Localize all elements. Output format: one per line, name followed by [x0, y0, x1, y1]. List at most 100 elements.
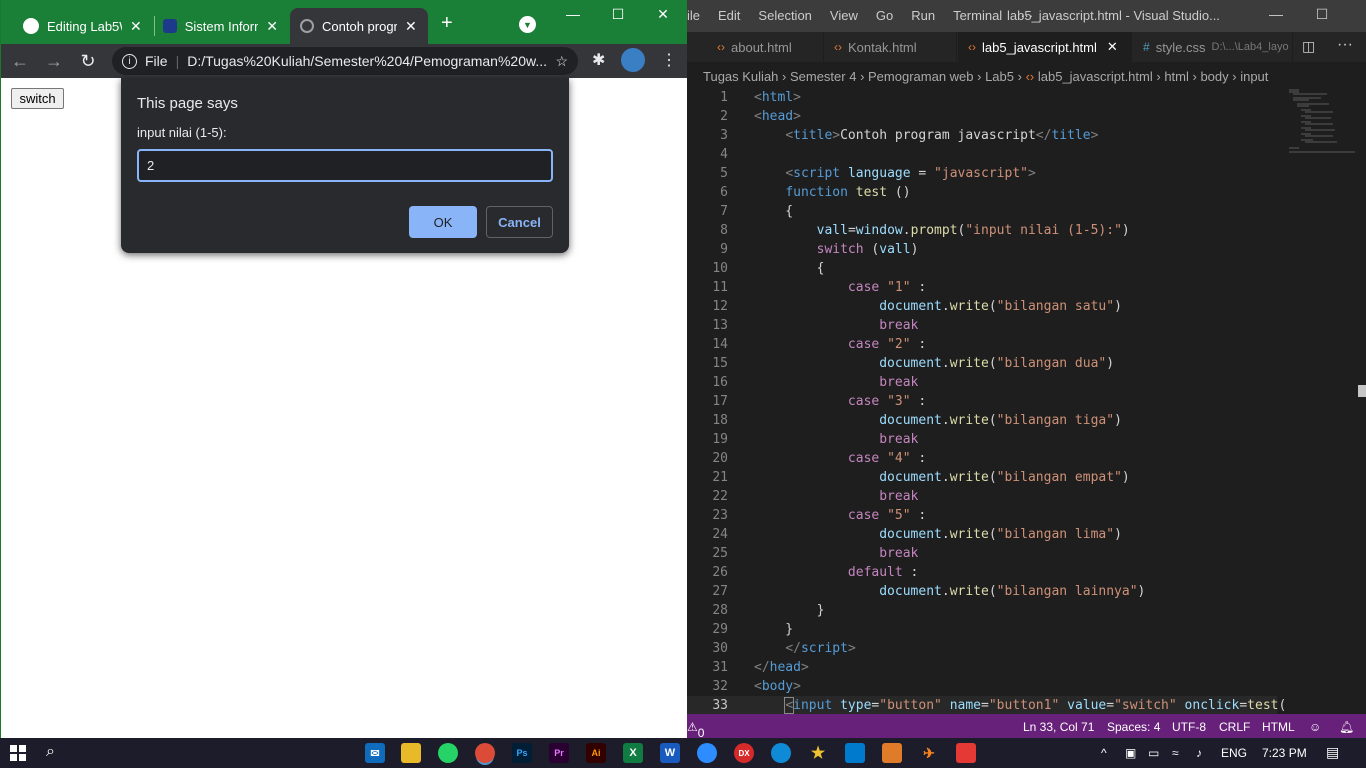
tab-sistem-informasi[interactable]: Sistem Inform ✕ — [153, 8, 288, 44]
menu-selection[interactable]: Selection — [758, 8, 811, 23]
github-icon — [23, 18, 39, 34]
breadcrumb-item[interactable]: body — [1200, 69, 1228, 84]
breadcrumb-item[interactable]: Lab5 — [985, 69, 1014, 84]
volume-icon[interactable]: ♪ — [1196, 746, 1202, 760]
scrollbar-thumb[interactable] — [1358, 385, 1366, 397]
zoom-icon[interactable] — [697, 743, 717, 763]
code-string: "javascript" — [934, 166, 1028, 181]
close-icon[interactable]: ✕ — [1107, 39, 1118, 55]
prompt-input[interactable]: 2 — [137, 149, 553, 182]
wifi-icon[interactable]: ≈ — [1172, 746, 1179, 760]
line-number: 3 — [720, 128, 728, 143]
avatar[interactable] — [621, 48, 645, 72]
tab-contoh-program[interactable]: Contoh progr ✕ — [290, 8, 428, 44]
star-icon[interactable]: ☆ — [555, 53, 568, 70]
pdf-icon[interactable] — [956, 743, 976, 763]
reload-icon[interactable]: ↻ — [73, 51, 103, 72]
tab-kontak[interactable]: ‹› Kontak.html — [824, 32, 957, 62]
new-tab-button[interactable]: + — [441, 12, 453, 35]
line-ending[interactable]: CRLF — [1219, 720, 1250, 734]
app-icon[interactable]: ✈ — [919, 743, 939, 763]
tab-label: style.css — [1155, 39, 1206, 55]
file-explorer-icon[interactable] — [401, 743, 421, 763]
breadcrumb-item[interactable]: lab5_javascript.html — [1038, 69, 1153, 84]
meet-icon[interactable]: ▣ — [1125, 746, 1136, 760]
switch-button[interactable]: switch — [11, 88, 64, 109]
start-button[interactable] — [10, 745, 26, 761]
forward-icon[interactable]: → — [39, 51, 69, 72]
tab-about[interactable]: ‹› about.html — [707, 32, 824, 62]
menu-terminal[interactable]: Terminal — [953, 8, 1002, 23]
encoding[interactable]: UTF-8 — [1172, 720, 1206, 734]
breadcrumb-item[interactable]: input — [1240, 69, 1268, 84]
word-icon[interactable]: W — [660, 743, 680, 763]
tab-lab5-javascript[interactable]: ‹› lab5_javascript.html ✕ — [958, 32, 1132, 62]
menu-run[interactable]: Run — [911, 8, 935, 23]
split-editor-icon[interactable]: ◫ — [1302, 38, 1315, 55]
info-icon[interactable]: i — [122, 53, 137, 69]
breadcrumb-item[interactable]: Tugas Kuliah — [703, 69, 778, 84]
menu-edit[interactable]: Edit — [718, 8, 740, 23]
close-icon[interactable]: ✕ — [405, 18, 417, 35]
search-icon[interactable]: ⌕ — [46, 743, 55, 761]
minimap[interactable] — [1287, 88, 1357, 168]
chevron-up-icon[interactable]: ^ — [1101, 746, 1107, 760]
cancel-button[interactable]: Cancel — [486, 206, 553, 238]
battery-icon[interactable]: ▭ — [1148, 746, 1159, 760]
more-actions-icon[interactable]: ··· — [1337, 36, 1353, 54]
problems-indicator[interactable]: ⚠ 0 — [687, 720, 704, 740]
clock[interactable]: 7:23 PM — [1262, 746, 1307, 760]
maximize-icon[interactable]: ☐ — [596, 6, 640, 23]
line-number: 17 — [712, 394, 728, 409]
menu-view[interactable]: View — [830, 8, 858, 23]
photoshop-icon[interactable]: Ps — [512, 743, 532, 763]
back-icon[interactable]: ← — [5, 51, 35, 72]
maximize-icon[interactable]: ☐ — [1299, 6, 1345, 23]
close-window-icon[interactable]: ✕ — [641, 6, 685, 23]
menu-kebab-icon[interactable]: ⋮ — [661, 50, 677, 70]
line-number: 6 — [720, 185, 728, 200]
ok-button[interactable]: OK — [409, 206, 477, 238]
chrome-icon[interactable] — [475, 743, 495, 763]
code-editor[interactable]: 1 <html> 2 <head> 3 <title>Contoh program … — [687, 88, 1286, 715]
line-number: 15 — [712, 356, 728, 371]
notifications-icon[interactable]: ▤ — [1326, 744, 1339, 761]
input-language[interactable]: ENG — [1221, 746, 1247, 760]
line-number: 8 — [720, 223, 728, 238]
tab-search-icon[interactable]: ▼ — [519, 16, 536, 33]
premiere-icon[interactable]: Pr — [549, 743, 569, 763]
language-mode[interactable]: HTML — [1262, 720, 1295, 734]
feedback-icon[interactable]: ☺ — [1309, 720, 1321, 734]
breadcrumb-item[interactable]: Semester 4 — [790, 69, 856, 84]
whatsapp-icon[interactable] — [438, 743, 458, 763]
tab-style-css[interactable]: # style.css D:\...\Lab4_layo — [1133, 32, 1293, 62]
breadcrumb-item[interactable]: html — [1164, 69, 1189, 84]
mail-icon[interactable]: ✉ — [365, 743, 385, 763]
illustrator-icon[interactable]: Ai — [586, 743, 606, 763]
excel-icon[interactable]: X — [623, 743, 643, 763]
dx-icon[interactable]: DX — [734, 743, 754, 763]
breadcrumb-item[interactable]: Pemograman web — [868, 69, 974, 84]
address-bar[interactable]: i File | D:/Tugas%20Kuliah/Semester%204/… — [112, 47, 578, 75]
line-number: 25 — [712, 546, 728, 561]
minimize-icon[interactable]: — — [551, 6, 595, 22]
vscode-icon[interactable] — [845, 743, 865, 763]
edge-icon[interactable] — [771, 743, 791, 763]
tab-github[interactable]: Editing Lab5W ✕ — [13, 8, 153, 44]
menu-file[interactable]: ile — [687, 8, 700, 23]
close-icon[interactable]: ✕ — [130, 18, 142, 35]
line-number: 28 — [712, 603, 728, 618]
css-icon: # — [1143, 40, 1150, 54]
menu-go[interactable]: Go — [876, 8, 893, 23]
close-icon[interactable]: ✕ — [266, 18, 278, 35]
html-icon: ‹› — [717, 40, 725, 54]
cursor-position[interactable]: Ln 33, Col 71 — [1023, 720, 1094, 734]
bell-icon[interactable]: 🔔︎ — [1339, 720, 1354, 734]
minimize-icon[interactable]: — — [1253, 6, 1299, 22]
extensions-icon[interactable]: ✱ — [592, 50, 605, 70]
indentation[interactable]: Spaces: 4 — [1107, 720, 1160, 734]
star-app-icon[interactable]: ★ — [808, 743, 828, 763]
url-text[interactable]: D:/Tugas%20Kuliah/Semester%204/Pemograma… — [187, 53, 547, 69]
html-icon: ‹› — [968, 40, 976, 54]
xampp-icon[interactable] — [882, 743, 902, 763]
